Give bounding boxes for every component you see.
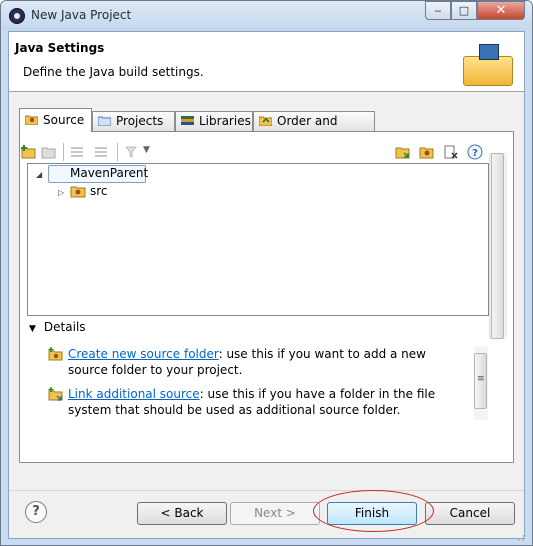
tab-source[interactable]: Source bbox=[19, 108, 92, 132]
source-folder-icon bbox=[25, 115, 38, 125]
edit-disabled-icon[interactable] bbox=[69, 144, 85, 160]
add-folder-icon[interactable] bbox=[21, 144, 37, 160]
next-button[interactable]: Next > bbox=[230, 502, 320, 525]
link-source-icon bbox=[48, 387, 63, 401]
tab-order-and-export[interactable]: Order and Export bbox=[253, 111, 375, 146]
chevron-down-icon[interactable]: ▼ bbox=[143, 145, 159, 161]
svg-text:?: ? bbox=[472, 148, 478, 159]
minimize-button[interactable]: ‒ bbox=[425, 1, 451, 20]
wizard-header: Java Settings Define the Java build sett… bbox=[9, 32, 524, 92]
project-folder-icon bbox=[98, 116, 111, 126]
order-export-icon bbox=[259, 116, 272, 126]
details-panel: Create new source folder: use this if yo… bbox=[42, 338, 482, 420]
tree-scroll-thumb[interactable] bbox=[491, 153, 504, 339]
library-books-icon bbox=[181, 116, 194, 125]
tab-projects[interactable]: Projects bbox=[92, 111, 175, 131]
help-icon[interactable]: ? bbox=[467, 144, 483, 160]
remove-disabled-icon[interactable] bbox=[93, 144, 109, 160]
cancel-button[interactable]: Cancel bbox=[425, 502, 515, 525]
page-title: Java Settings bbox=[15, 41, 105, 55]
details-scroll-thumb[interactable] bbox=[474, 353, 487, 409]
details-section-header[interactable]: ▼ Details bbox=[29, 320, 86, 334]
remove-source-icon[interactable] bbox=[443, 144, 459, 160]
tab-source-label: Source bbox=[43, 113, 85, 127]
help-button[interactable]: ? bbox=[25, 501, 47, 523]
new-source-folder-icon bbox=[48, 347, 63, 361]
link-folder-icon[interactable] bbox=[41, 144, 57, 160]
close-button[interactable]: ✕ bbox=[477, 1, 525, 20]
link-additional-source-link[interactable]: Link additional source bbox=[68, 387, 200, 401]
link-source-icon[interactable] bbox=[395, 144, 411, 160]
button-bar-separator bbox=[9, 490, 524, 491]
maximize-button[interactable]: □ bbox=[451, 1, 477, 20]
create-source-folder-link[interactable]: Create new source folder bbox=[68, 347, 219, 361]
java-project-banner-icon bbox=[459, 42, 515, 86]
dialog-client: Java Settings Define the Java build sett… bbox=[8, 31, 525, 541]
collapse-arrow-icon[interactable]: ◢ bbox=[36, 171, 44, 179]
finish-button[interactable]: Finish bbox=[327, 502, 417, 525]
tab-projects-label: Projects bbox=[116, 114, 164, 128]
resize-grip-icon[interactable] bbox=[516, 533, 524, 541]
source-folder-icon bbox=[70, 186, 86, 198]
toolbar-separator bbox=[117, 143, 118, 161]
eclipse-app-icon bbox=[9, 8, 25, 24]
page-description: Define the Java build settings. bbox=[23, 65, 204, 79]
collapse-arrow-icon: ▼ bbox=[29, 324, 36, 334]
window-title: New Java Project bbox=[31, 8, 132, 22]
toolbar-separator bbox=[63, 143, 64, 161]
source-toolbar: ▼ ? bbox=[21, 141, 499, 163]
source-tree[interactable]: ◢ MavenParent ▷ src bbox=[27, 163, 489, 316]
details-label: Details bbox=[43, 320, 86, 334]
new-source-folder-icon[interactable] bbox=[419, 144, 435, 160]
new-java-project-window: New Java Project ‒ □ ✕ Java Settings Def… bbox=[0, 0, 533, 546]
tree-item-src[interactable]: src bbox=[90, 182, 108, 200]
expand-arrow-icon[interactable]: ▷ bbox=[58, 189, 66, 197]
tab-libraries-label: Libraries bbox=[199, 114, 251, 128]
back-button[interactable]: < Back bbox=[137, 502, 227, 525]
tree-item-project[interactable]: MavenParent bbox=[70, 164, 148, 182]
title-bar[interactable]: New Java Project ‒ □ ✕ bbox=[1, 1, 532, 31]
filter-disabled-icon[interactable] bbox=[123, 144, 139, 160]
tab-libraries[interactable]: Libraries bbox=[175, 111, 253, 131]
